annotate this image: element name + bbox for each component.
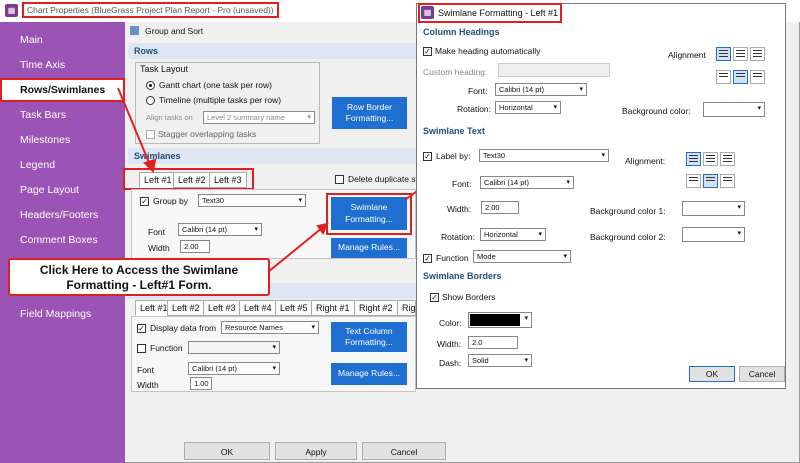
label-by-dropdown[interactable]: Text30 ▾ — [479, 149, 609, 162]
heading-background-picker[interactable]: ▾ — [703, 102, 765, 117]
bg-color-2-label: Background color 2: — [590, 232, 666, 242]
text-function-dropdown[interactable]: Mode ▾ — [473, 250, 571, 263]
make-heading-label: Make heading automatically — [435, 46, 541, 56]
border-width-stepper[interactable]: 2.0 — [468, 336, 518, 349]
dropdown-arrow-icon: ▾ — [737, 230, 741, 237]
heading-align-right-icon[interactable] — [750, 47, 765, 61]
bg-color-2-picker[interactable]: ▾ — [682, 227, 745, 242]
heading-valign-bottom-icon[interactable] — [750, 70, 765, 84]
heading-alignment-label: Alignment — [668, 50, 706, 60]
heading-align-left-icon[interactable] — [716, 47, 731, 61]
heading-valign-middle-icon[interactable] — [733, 70, 748, 84]
text-valign-top-icon[interactable] — [686, 174, 701, 188]
dropdown-arrow-icon: ▾ — [524, 357, 528, 364]
dropdown-arrow-icon: ▾ — [553, 104, 557, 111]
text-align-center-icon[interactable] — [703, 152, 718, 166]
show-borders-label: Show Borders — [442, 292, 496, 302]
heading-background-label: Background color: — [622, 106, 691, 116]
text-width-stepper[interactable]: 2.00 — [481, 201, 519, 214]
border-color-picker[interactable]: ▾ — [468, 312, 532, 328]
dropdown-arrow-icon: ▾ — [737, 204, 741, 211]
text-rotation-dropdown[interactable]: Horizontal ▾ — [480, 228, 546, 241]
make-heading-checkbox[interactable]: ✓ — [423, 47, 432, 56]
text-align-left-icon[interactable] — [686, 152, 701, 166]
border-width-label: Width: — [437, 339, 462, 349]
text-function-value: Mode — [477, 252, 496, 261]
text-valign-middle-icon[interactable] — [703, 174, 718, 188]
dropdown-arrow-icon: ▾ — [566, 179, 570, 186]
text-font-label: Font: — [452, 179, 472, 189]
dropdown-arrow-icon: ▾ — [579, 86, 583, 93]
text-valign-bottom-icon[interactable] — [720, 174, 735, 188]
custom-heading-label: Custom heading: — [423, 67, 488, 77]
text-rotation-label: Rotation: — [441, 232, 476, 242]
label-by-label: Label by: — [436, 151, 471, 161]
text-function-label: Function — [436, 253, 469, 263]
border-dash-dropdown[interactable]: Solid ▾ — [468, 354, 532, 367]
arrow-head-button — [316, 222, 329, 236]
text-function-checkbox[interactable]: ✓ — [423, 254, 432, 263]
heading-valign-top-icon[interactable] — [716, 70, 731, 84]
dialog-ok-button[interactable]: OK — [689, 366, 735, 382]
text-width-label: Width: — [447, 204, 472, 214]
swimlane-borders-header: Swimlane Borders — [417, 268, 617, 284]
heading-font-value: Calibri (14 pt) — [499, 85, 545, 94]
text-font-dropdown[interactable]: Calibri (14 pt) ▾ — [480, 176, 574, 189]
text-align-right-icon[interactable] — [720, 152, 735, 166]
dropdown-arrow-icon: ▾ — [601, 152, 605, 159]
heading-font-label: Font: — [468, 86, 488, 96]
text-font-value: Calibri (14 pt) — [484, 178, 530, 187]
custom-heading-input[interactable] — [498, 63, 610, 77]
dropdown-arrow-icon: ▾ — [524, 315, 528, 322]
label-by-checkbox[interactable]: ✓ — [423, 152, 432, 161]
border-color-swatch — [470, 314, 520, 326]
dialog-title: Swimlane Formatting - Left #1 — [438, 8, 559, 18]
show-borders-checkbox[interactable]: ✓ — [430, 293, 439, 302]
column-headings-header: Column Headings — [417, 24, 617, 40]
heading-font-dropdown[interactable]: Calibri (14 pt) ▾ — [495, 83, 587, 96]
heading-align-center-icon[interactable] — [733, 47, 748, 61]
arrow-callout-to-button — [267, 227, 323, 273]
heading-rotation-dropdown[interactable]: Horizontal ▾ — [495, 101, 561, 114]
bg-color-1-label: Background color 1: — [590, 206, 666, 216]
text-rotation-value: Horizontal — [484, 230, 518, 239]
border-dash-value: Solid — [472, 356, 489, 365]
border-dash-label: Dash: — [439, 358, 462, 368]
border-color-label: Color: — [439, 318, 462, 328]
text-alignment-label: Alignment: — [625, 156, 666, 166]
label-by-value: Text30 — [483, 151, 506, 160]
dropdown-arrow-icon: ▾ — [538, 231, 542, 238]
dropdown-arrow-icon: ▾ — [757, 105, 761, 112]
bg-color-1-picker[interactable]: ▾ — [682, 201, 745, 216]
swimlane-text-header: Swimlane Text — [417, 123, 617, 139]
dialog-cancel-button[interactable]: Cancel — [739, 366, 785, 382]
arrow-sidebar-to-tabs — [117, 87, 151, 166]
arrow-head-tabs — [143, 158, 157, 174]
heading-rotation-value: Horizontal — [499, 103, 533, 112]
dropdown-arrow-icon: ▾ — [563, 253, 567, 260]
heading-rotation-label: Rotation: — [457, 104, 492, 114]
